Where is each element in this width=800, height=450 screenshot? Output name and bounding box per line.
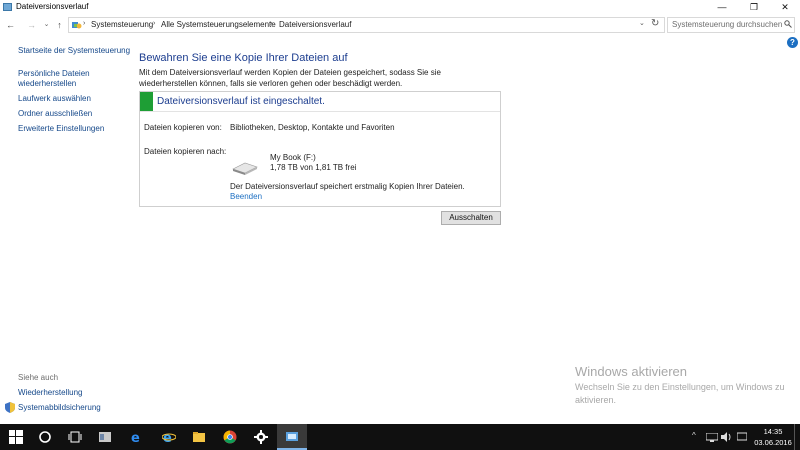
taskbar-folder[interactable] <box>184 424 214 450</box>
taskbar-chrome[interactable] <box>215 424 245 450</box>
taskbar-internet-explorer[interactable]: e <box>154 424 184 450</box>
activation-watermark-title: Windows aktivieren <box>575 364 687 379</box>
breadcrumb-separator: › <box>270 20 273 27</box>
clock-date: 03.06.2016 <box>754 438 792 447</box>
page-description: Mit dem Dateiversionsverlauf werden Kopi… <box>139 68 441 88</box>
forward-arrow-icon[interactable]: → <box>25 18 38 32</box>
sidebar-item-restore-personal-files[interactable]: Persönliche Dateien <box>18 69 90 79</box>
search-input[interactable]: Systemsteuerung durchsuchen <box>672 20 782 29</box>
clock[interactable]: 14:35 03.06.2016 <box>752 426 794 448</box>
taskbar-settings[interactable] <box>246 424 276 450</box>
cortana-icon <box>39 431 51 443</box>
status-panel: Dateiversionsverlauf ist eingeschaltet. … <box>139 91 501 207</box>
file-explorer-icon <box>99 432 111 442</box>
info-text: Der Dateiversionsverlauf speichert erstm… <box>230 182 465 191</box>
task-view-icon <box>68 431 82 443</box>
network-icon[interactable] <box>706 433 718 442</box>
title-bar: Dateiversionsverlauf — ❐ ✕ <box>0 0 800 15</box>
drive-name: My Book (F:) <box>270 153 316 162</box>
svg-text:e: e <box>163 431 172 444</box>
svg-text:e: e <box>131 431 140 444</box>
breadcrumb-separator: › <box>83 20 86 27</box>
taskbar-file-manager[interactable] <box>90 424 120 450</box>
folder-icon <box>193 432 205 442</box>
search-icon <box>784 20 792 28</box>
navigation-bar: ← → ⌄ ↑ › Systemsteuerung › Alle Systems… <box>0 15 800 35</box>
minimize-button[interactable]: — <box>707 0 737 15</box>
maximize-button[interactable]: ❐ <box>739 0 769 15</box>
uac-shield-icon <box>5 402 15 413</box>
turn-off-button[interactable]: Ausschalten <box>441 211 501 225</box>
edge-icon: e <box>131 431 140 444</box>
sidebar-item-advanced-settings[interactable]: Erweiterte Einstellungen <box>18 124 104 134</box>
control-panel-icon <box>72 22 82 29</box>
window-title: Dateiversionsverlauf <box>16 2 89 11</box>
volume-icon[interactable] <box>721 432 732 442</box>
taskbar-control-panel-active[interactable] <box>277 424 307 450</box>
copy-from-value: Bibliotheken, Desktop, Kontakte und Favo… <box>230 123 395 132</box>
close-button[interactable]: ✕ <box>770 0 800 15</box>
recent-locations-chevron-icon[interactable]: ⌄ <box>40 18 53 32</box>
help-icon[interactable]: ? <box>787 37 798 48</box>
start-button[interactable] <box>1 424 31 450</box>
chrome-icon <box>223 430 237 444</box>
drive-free-space: 1,78 TB von 1,81 TB frei <box>270 163 357 172</box>
breadcrumb-dateiversionsverlauf[interactable]: Dateiversionsverlauf <box>279 20 351 29</box>
sidebar-link-system-image-backup[interactable]: Systemabbildsicherung <box>18 403 101 413</box>
sidebar-item-restore-personal-files-line2[interactable]: wiederherstellen <box>18 79 76 89</box>
windows-start-icon <box>9 430 23 444</box>
copy-from-label: Dateien kopieren von: <box>144 123 222 132</box>
status-text: Dateiversionsverlauf ist eingeschaltet. <box>157 96 325 107</box>
breadcrumb-alle-elemente[interactable]: Alle Systemsteuerungselemente <box>161 20 276 29</box>
stop-link[interactable]: Beenden <box>230 192 262 201</box>
activation-watermark-text: Wechseln Sie zu den Einstellungen, um Wi… <box>575 382 785 405</box>
page-title: Bewahren Sie eine Kopie Ihrer Dateien au… <box>139 52 348 64</box>
status-indicator <box>140 92 153 111</box>
breadcrumb-separator: › <box>153 20 156 27</box>
clock-time: 14:35 <box>763 427 783 436</box>
cortana-button[interactable] <box>30 424 60 450</box>
back-arrow-icon[interactable]: ← <box>4 18 17 32</box>
address-bar[interactable]: › Systemsteuerung › Alle Systemsteuerung… <box>68 17 665 33</box>
address-dropdown-icon[interactable]: ⌄ <box>639 19 645 27</box>
task-view-button[interactable] <box>60 424 90 450</box>
internet-explorer-icon: e <box>162 431 176 444</box>
show-desktop-button[interactable] <box>794 424 800 450</box>
sidebar-item-select-drive[interactable]: Laufwerk auswählen <box>18 94 91 104</box>
file-history-app-icon <box>3 3 12 11</box>
sidebar-item-exclude-folders[interactable]: Ordner ausschließen <box>18 109 92 119</box>
sidebar-item-control-panel-home[interactable]: Startseite der Systemsteuerung <box>18 46 130 56</box>
taskbar-edge[interactable]: e <box>122 424 152 450</box>
tray-overflow-chevron-icon[interactable]: ^ <box>692 431 696 440</box>
refresh-icon[interactable]: ↻ <box>651 18 659 29</box>
breadcrumb-systemsteuerung[interactable]: Systemsteuerung <box>91 20 153 29</box>
control-panel-icon <box>286 432 298 441</box>
see-also-heading: Siehe auch <box>18 373 59 382</box>
keyboard-language-icon[interactable] <box>737 432 747 442</box>
up-arrow-icon[interactable]: ↑ <box>53 18 66 32</box>
external-drive-icon <box>232 162 258 175</box>
taskbar: e e ^ 14:35 03.06.2016 <box>0 424 800 450</box>
sidebar-link-recovery[interactable]: Wiederherstellung <box>18 388 82 398</box>
copy-to-label: Dateien kopieren nach: <box>144 147 227 156</box>
settings-icon <box>254 430 268 444</box>
search-box[interactable]: Systemsteuerung durchsuchen <box>667 17 795 33</box>
status-header: Dateiversionsverlauf ist eingeschaltet. <box>140 92 500 112</box>
window: Dateiversionsverlauf — ❐ ✕ ← → ⌄ ↑ › Sys… <box>0 0 800 424</box>
